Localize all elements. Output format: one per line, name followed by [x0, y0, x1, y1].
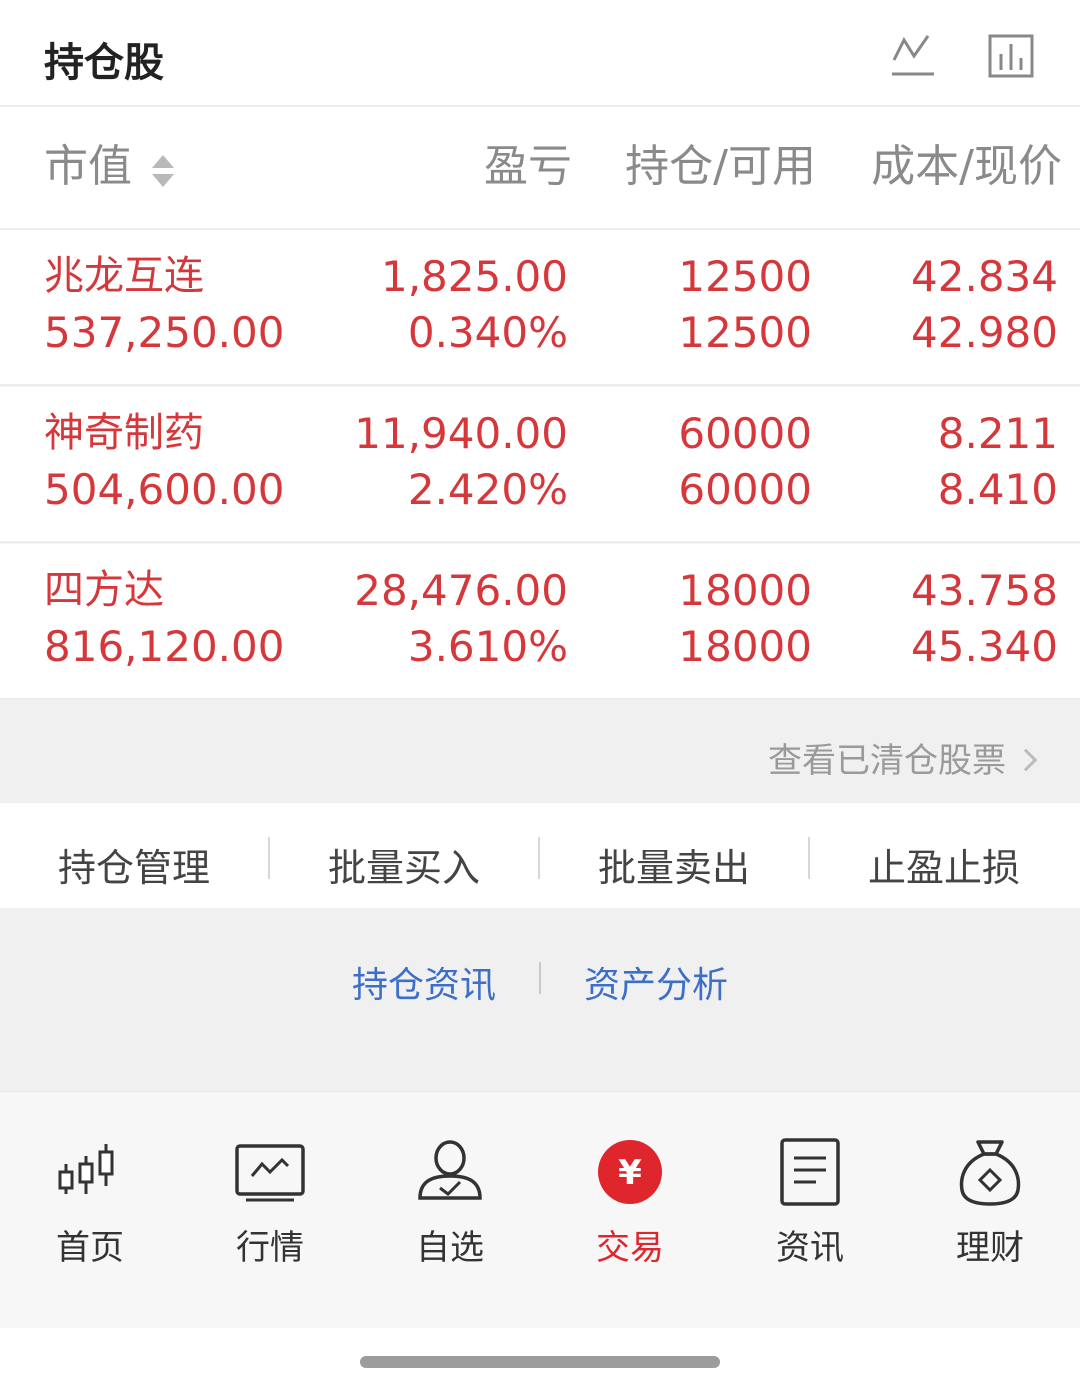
tab-label: 自选 [416, 1228, 484, 1268]
user-check-icon [418, 1140, 482, 1200]
profit-amount: 1,825.00 [380, 252, 568, 301]
take-profit-stop-loss-button[interactable]: 止盈止损 [868, 837, 1020, 892]
tab-label: 理财 [956, 1228, 1024, 1268]
table-row[interactable]: 兆龙互连 537,250.00 1,825.00 0.340% 12500 12… [0, 230, 1080, 386]
available-qty: 60000 [678, 465, 812, 514]
sort-icon[interactable] [150, 149, 176, 193]
profit-percent: 3.610% [407, 622, 568, 671]
tab-label: 资讯 [776, 1228, 844, 1268]
cost-price: 42.834 [911, 252, 1058, 301]
table-header: 市值 盈亏 持仓/可用 成本/现价 [0, 107, 1080, 230]
tab-wealth[interactable]: 理财 [900, 1138, 1080, 1268]
candlestick-icon [58, 1144, 114, 1194]
market-value: 537,250.00 [44, 308, 285, 357]
col-cost-price: 成本/现价 [871, 141, 1062, 192]
stock-name: 兆龙互连 [44, 253, 204, 299]
profit-amount: 28,476.00 [354, 566, 568, 615]
profit-percent: 0.340% [407, 308, 568, 357]
stock-name: 四方达 [44, 567, 164, 613]
cost-price: 43.758 [911, 566, 1058, 615]
document-icon [780, 1138, 840, 1206]
cost-price: 8.211 [937, 409, 1058, 458]
action-bar: 持仓管理 批量买入 批量卖出 止盈止损 [0, 803, 1080, 908]
bottom-tab-bar: 首页 行情 自选 ¥ 交易 资讯 理财 [0, 1091, 1080, 1328]
asset-analysis-link[interactable]: 资产分析 [584, 956, 728, 1008]
divider [538, 837, 540, 879]
tab-market[interactable]: 行情 [180, 1138, 360, 1268]
holding-qty: 12500 [678, 252, 812, 301]
divider [808, 837, 810, 879]
page-title: 持仓股 [44, 40, 164, 86]
batch-buy-button[interactable]: 批量买入 [328, 837, 480, 892]
stock-name: 神奇制药 [44, 410, 204, 456]
profit-percent: 2.420% [407, 465, 568, 514]
info-links: 持仓资讯 资产分析 [0, 908, 1080, 1091]
holding-qty: 60000 [678, 409, 812, 458]
divider [539, 962, 541, 994]
available-qty: 18000 [678, 622, 812, 671]
market-value: 816,120.00 [44, 622, 285, 671]
cleared-stocks-link[interactable]: 查看已清仓股票 [768, 733, 1038, 782]
divider [268, 837, 270, 879]
tab-label: 交易 [596, 1228, 664, 1268]
tab-label: 首页 [56, 1228, 124, 1268]
tab-home[interactable]: 首页 [0, 1138, 180, 1268]
cleared-section: 查看已清仓股票 [0, 700, 1080, 803]
bar-chart-icon-svg [988, 34, 1034, 78]
home-indicator-area [0, 1328, 1080, 1396]
svg-text:¥: ¥ [618, 1153, 642, 1193]
current-price: 45.340 [911, 622, 1058, 671]
money-bag-icon [959, 1140, 1021, 1206]
chart-monitor-icon [235, 1144, 305, 1202]
holding-news-link[interactable]: 持仓资讯 [352, 956, 496, 1008]
current-price: 8.410 [937, 465, 1058, 514]
profit-amount: 11,940.00 [354, 409, 568, 458]
table-row[interactable]: 神奇制药 504,600.00 11,940.00 2.420% 60000 6… [0, 387, 1080, 543]
tab-watchlist[interactable]: 自选 [360, 1138, 540, 1268]
header: 持仓股 [0, 0, 1080, 107]
line-chart-icon-svg [892, 35, 934, 76]
bar-chart-icon[interactable] [986, 30, 1036, 80]
table-row[interactable]: 四方达 816,120.00 28,476.00 3.610% 18000 18… [0, 544, 1080, 700]
tab-label: 行情 [236, 1228, 304, 1268]
line-chart-icon[interactable] [888, 30, 938, 80]
current-price: 42.980 [911, 308, 1058, 357]
batch-sell-button[interactable]: 批量卖出 [598, 837, 750, 892]
home-indicator[interactable] [360, 1356, 720, 1368]
position-management-button[interactable]: 持仓管理 [58, 837, 210, 892]
col-holding-available: 持仓/可用 [625, 141, 816, 192]
col-market-value[interactable]: 市值 [44, 145, 132, 189]
holding-qty: 18000 [678, 566, 812, 615]
tab-news[interactable]: 资讯 [720, 1138, 900, 1268]
yen-circle-icon: ¥ [598, 1140, 662, 1204]
col-profit-loss: 盈亏 [484, 141, 572, 192]
available-qty: 12500 [678, 308, 812, 357]
market-value: 504,600.00 [44, 465, 285, 514]
tab-trade[interactable]: ¥ 交易 [540, 1138, 720, 1268]
chevron-right-icon [1014, 748, 1038, 772]
cleared-stocks-label: 查看已清仓股票 [768, 741, 1006, 781]
